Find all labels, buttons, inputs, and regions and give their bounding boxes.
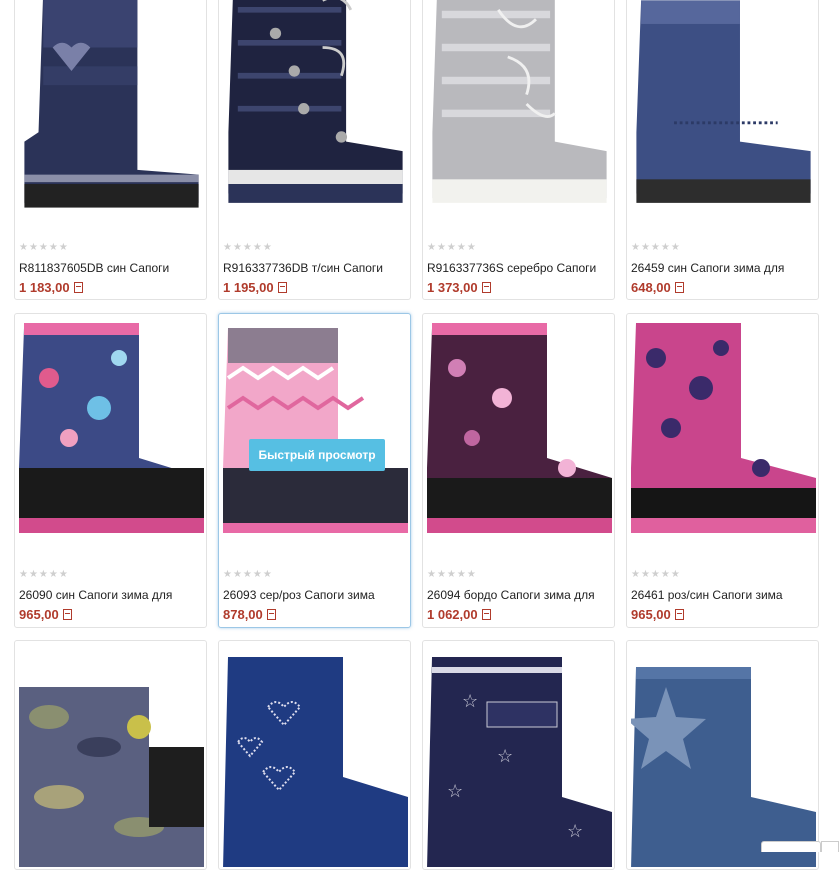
product-card[interactable]: ★★★★★ 26461 роз/син Сапоги зима 965,00 — [626, 313, 819, 628]
rating-stars: ★★★★★ — [223, 242, 273, 253]
product-name[interactable]: 26459 син Сапоги зима для — [631, 261, 817, 275]
product-card[interactable]: ★★★★★ R916337736DB т/син Сапоги 1 195,00 — [218, 0, 411, 300]
product-price: 1 195,00 — [223, 280, 287, 295]
rating-stars: ★★★★★ — [427, 242, 477, 253]
product-image[interactable] — [223, 645, 408, 867]
product-card[interactable]: ★★★★★ 26459 син Сапоги зима для 648,00 — [626, 0, 819, 300]
product-card[interactable]: ★★★★★ R811837605DB син Сапоги 1 183,00 — [14, 0, 207, 300]
price-value: 1 062,00 — [427, 607, 478, 622]
price-value: 1 183,00 — [19, 280, 70, 295]
product-image[interactable] — [427, 318, 612, 544]
price-value: 965,00 — [631, 607, 671, 622]
rating-stars: ★★★★★ — [223, 569, 273, 580]
product-price: 648,00 — [631, 280, 684, 295]
product-image[interactable] — [19, 0, 204, 231]
product-name[interactable]: 26093 сер/роз Сапоги зима — [223, 588, 409, 602]
price-value: 878,00 — [223, 607, 263, 622]
product-image[interactable] — [631, 0, 816, 231]
price-value: 1 195,00 — [223, 280, 274, 295]
svg-text:☆: ☆ — [567, 821, 583, 841]
rating-stars: ★★★★★ — [427, 569, 477, 580]
product-card[interactable]: ★★★★★ 26090 син Сапоги зима для 965,00 — [14, 313, 207, 628]
product-image[interactable] — [223, 0, 408, 231]
ruble-icon — [481, 609, 491, 620]
ruble-icon — [674, 609, 684, 620]
product-image[interactable] — [427, 0, 612, 231]
product-card[interactable] — [218, 640, 411, 870]
product-image[interactable] — [19, 318, 204, 544]
ruble-icon — [674, 282, 684, 293]
product-price: 965,00 — [631, 607, 684, 622]
svg-text:☆: ☆ — [447, 781, 463, 801]
product-name[interactable]: R916337736S серебро Сапоги — [427, 261, 613, 275]
svg-text:☆: ☆ — [462, 691, 478, 711]
ruble-icon — [62, 609, 72, 620]
rating-stars: ★★★★★ — [631, 242, 681, 253]
scroll-widget-edge[interactable] — [821, 841, 839, 852]
product-card[interactable]: Быстрый просмотр ★★★★★ 26093 сер/роз Сап… — [218, 313, 411, 628]
svg-text:☆: ☆ — [497, 746, 513, 766]
product-name[interactable]: R916337736DB т/син Сапоги — [223, 261, 409, 275]
product-price: 965,00 — [19, 607, 72, 622]
ruble-icon — [73, 282, 83, 293]
product-image[interactable]: ☆ ☆ ☆ ☆ — [427, 645, 612, 867]
product-grid: ★★★★★ R811837605DB син Сапоги 1 183,00 ★… — [14, 0, 839, 870]
price-value: 965,00 — [19, 607, 59, 622]
product-name[interactable]: 26094 бордо Сапоги зима для — [427, 588, 613, 602]
ruble-icon — [277, 282, 287, 293]
rating-stars: ★★★★★ — [19, 242, 69, 253]
ruble-icon — [481, 282, 491, 293]
product-card[interactable]: ★★★★★ R916337736S серебро Сапоги 1 373,0… — [422, 0, 615, 300]
price-value: 648,00 — [631, 280, 671, 295]
product-name[interactable]: 26090 син Сапоги зима для — [19, 588, 205, 602]
product-card[interactable]: ☆ ☆ ☆ ☆ — [422, 640, 615, 870]
product-image[interactable] — [631, 318, 816, 544]
product-price: 1 183,00 — [19, 280, 83, 295]
product-name[interactable]: R811837605DB син Сапоги — [19, 261, 205, 275]
product-name[interactable]: 26461 роз/син Сапоги зима — [631, 588, 817, 602]
product-price: 1 373,00 — [427, 280, 491, 295]
rating-stars: ★★★★★ — [19, 569, 69, 580]
product-image[interactable] — [19, 645, 204, 867]
product-image[interactable] — [223, 318, 408, 544]
product-card[interactable] — [626, 640, 819, 870]
product-card[interactable]: ★★★★★ 26094 бордо Сапоги зима для 1 062,… — [422, 313, 615, 628]
product-card[interactable] — [14, 640, 207, 870]
product-price: 878,00 — [223, 607, 276, 622]
product-price: 1 062,00 — [427, 607, 491, 622]
quick-view-button[interactable]: Быстрый просмотр — [249, 439, 385, 471]
scroll-widget-button[interactable] — [761, 841, 821, 852]
price-value: 1 373,00 — [427, 280, 478, 295]
rating-stars: ★★★★★ — [631, 569, 681, 580]
ruble-icon — [266, 609, 276, 620]
product-image[interactable] — [631, 645, 816, 867]
